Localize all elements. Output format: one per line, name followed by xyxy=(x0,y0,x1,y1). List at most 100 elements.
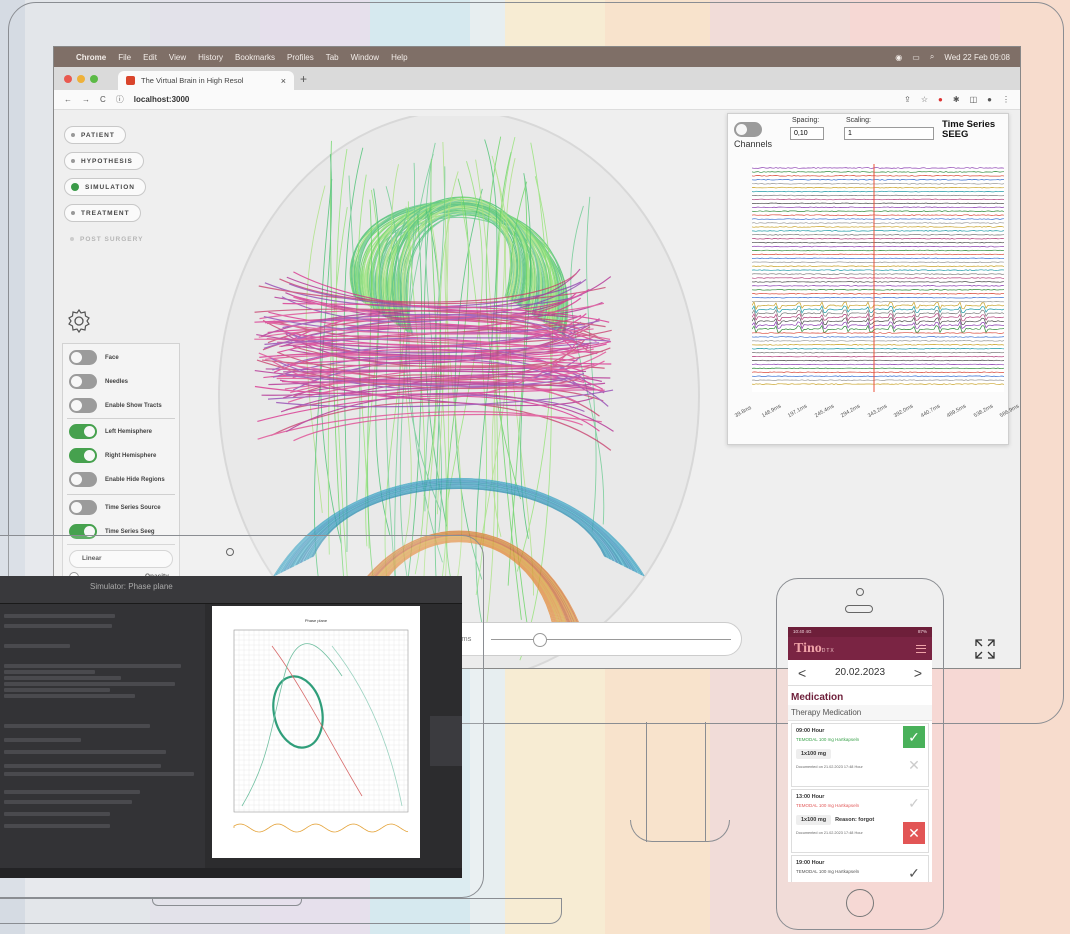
puzzle-icon[interactable]: ✱ xyxy=(953,95,960,104)
taken-check-icon[interactable]: ✓ xyxy=(903,726,925,748)
seeg-channel-trace xyxy=(752,206,1004,209)
parameter-row[interactable] xyxy=(4,790,140,794)
parameter-row[interactable] xyxy=(4,764,162,768)
favicon-icon xyxy=(126,76,135,85)
spacing-input[interactable]: 0,10 xyxy=(790,127,824,140)
monitor-stand-foot xyxy=(630,820,730,842)
forward-icon[interactable]: → xyxy=(82,95,90,104)
laptop-bottom-tabs xyxy=(0,868,462,878)
toggle-switch[interactable] xyxy=(69,424,97,439)
info-icon[interactable]: ⓘ xyxy=(116,94,124,105)
kebab-menu-icon[interactable]: ⋮ xyxy=(1002,95,1010,104)
nav-treatment-button[interactable]: TREATMENT xyxy=(64,204,141,222)
medication-card[interactable]: 13:00 Hour TEMODAL 100 mg Hartkapseln 1x… xyxy=(791,789,929,853)
parameter-row[interactable] xyxy=(4,614,116,618)
nav-simulation-button[interactable]: SIMULATION xyxy=(64,178,146,196)
nullcline-green xyxy=(241,643,343,807)
phone-status-time: 10:40 4G xyxy=(793,629,812,634)
new-tab-button[interactable]: + xyxy=(300,72,307,86)
medication-card[interactable]: 09:00 Hour TEMODAL 100 mg Hartkapseln 1x… xyxy=(791,723,929,787)
toggle-switch[interactable] xyxy=(69,500,97,515)
parameter-row[interactable] xyxy=(4,694,135,698)
phone-home-button[interactable] xyxy=(846,889,874,917)
time-slider-handle[interactable] xyxy=(533,633,547,647)
minimize-window-button[interactable] xyxy=(77,74,85,83)
toggle-switch[interactable] xyxy=(69,350,97,365)
wifi-icon[interactable]: ◉ xyxy=(895,53,902,62)
parameter-row[interactable] xyxy=(4,644,71,648)
parameter-row[interactable] xyxy=(4,750,167,754)
channels-toggle[interactable] xyxy=(734,122,762,137)
gear-icon[interactable] xyxy=(66,308,92,334)
nav-post-surgery-button[interactable]: POST SURGERY xyxy=(64,230,153,248)
parameter-row[interactable] xyxy=(4,738,82,742)
search-icon[interactable]: ⌕ xyxy=(930,52,934,62)
browser-tab[interactable]: The Virtual Brain in High Resol × xyxy=(118,71,294,90)
laptop-side-controls[interactable] xyxy=(430,716,462,766)
menu-help[interactable]: Help xyxy=(391,53,407,62)
reload-icon[interactable]: C xyxy=(100,95,106,104)
toggle-switch[interactable] xyxy=(69,398,97,413)
toggle-switch[interactable] xyxy=(69,472,97,487)
tab-close-icon[interactable]: × xyxy=(281,76,286,86)
parameter-row[interactable] xyxy=(4,812,111,816)
menu-tab[interactable]: Tab xyxy=(326,53,339,62)
missed-reason: Reason: forgot xyxy=(835,817,875,823)
parameter-row[interactable] xyxy=(4,676,121,680)
parameter-row[interactable] xyxy=(4,800,133,804)
phone-speaker xyxy=(845,605,873,613)
nav-hypothesis-button[interactable]: HYPOTHESIS xyxy=(64,152,144,170)
menu-edit[interactable]: Edit xyxy=(143,53,157,62)
taken-check-icon[interactable]: ✓ xyxy=(903,862,925,882)
menu-bookmarks[interactable]: Bookmarks xyxy=(235,53,275,62)
bookmark-star-icon[interactable]: ☆ xyxy=(921,95,928,104)
toggle-switch[interactable] xyxy=(69,374,97,389)
parameter-row[interactable] xyxy=(4,624,112,628)
close-window-button[interactable] xyxy=(64,74,72,83)
laptop-phase-plane[interactable]: Phase plane xyxy=(212,606,420,858)
not-taken-x-icon[interactable]: ✕ xyxy=(903,822,925,844)
parameter-row[interactable] xyxy=(4,664,182,668)
fullscreen-icon[interactable] xyxy=(974,638,996,660)
phase-plane-title: Phase plane xyxy=(305,618,328,623)
menu-profiles[interactable]: Profiles xyxy=(287,53,314,62)
time-tick-label: 39.8ms xyxy=(734,404,753,420)
time-slider-track[interactable] xyxy=(491,639,731,640)
phase-plane-plot[interactable]: Phase plane xyxy=(212,606,420,858)
toggle-switch[interactable] xyxy=(69,448,97,463)
nav-patient-button[interactable]: PATIENT xyxy=(64,126,126,144)
address-bar[interactable]: localhost:3000 xyxy=(134,95,190,104)
clock[interactable]: Wed 22 Feb 09:08 xyxy=(944,53,1010,62)
not-taken-x-icon[interactable]: ✕ xyxy=(903,754,925,776)
menu-file[interactable]: File xyxy=(118,53,131,62)
time-series-panel: Channels Spacing: 0,10 Scaling: 1 Time S… xyxy=(727,113,1020,445)
hamburger-menu-icon[interactable] xyxy=(916,644,926,653)
menu-window[interactable]: Window xyxy=(351,53,379,62)
back-icon[interactable]: ← xyxy=(64,95,72,104)
dose-badge: 1x100 mg xyxy=(796,749,832,759)
maximize-window-button[interactable] xyxy=(90,74,98,83)
profile-avatar-icon[interactable]: ● xyxy=(987,95,992,104)
parameter-row[interactable] xyxy=(4,824,110,828)
seeg-plot[interactable] xyxy=(752,164,1004,392)
scaling-input[interactable]: 1 xyxy=(844,127,934,140)
sidepanel-icon[interactable]: ◫ xyxy=(970,95,978,104)
parameter-row[interactable] xyxy=(4,682,175,686)
parameter-row[interactable] xyxy=(4,724,151,728)
extension-icon[interactable]: ● xyxy=(938,95,943,104)
prev-date-button[interactable]: < xyxy=(798,665,806,681)
medication-card[interactable]: 19:00 Hour TEMODAL 100 mg Hartkapseln ✓ xyxy=(791,855,929,882)
logo-suffix: DTX xyxy=(821,647,835,654)
parameter-row[interactable] xyxy=(4,670,95,674)
parameter-row[interactable] xyxy=(4,688,110,692)
next-date-button[interactable]: > xyxy=(914,665,922,681)
dose-badge: 1x100 mg xyxy=(796,815,832,825)
menu-app[interactable]: Chrome xyxy=(76,53,106,62)
parameter-row[interactable] xyxy=(4,772,194,776)
menu-view[interactable]: View xyxy=(169,53,186,62)
taken-check-icon[interactable]: ✓ xyxy=(903,792,925,814)
menu-history[interactable]: History xyxy=(198,53,223,62)
battery-icon[interactable]: ▭ xyxy=(912,53,920,62)
share-icon[interactable]: ⇪ xyxy=(904,95,911,104)
therapy-medication-subheading: Therapy Medication xyxy=(788,705,932,721)
